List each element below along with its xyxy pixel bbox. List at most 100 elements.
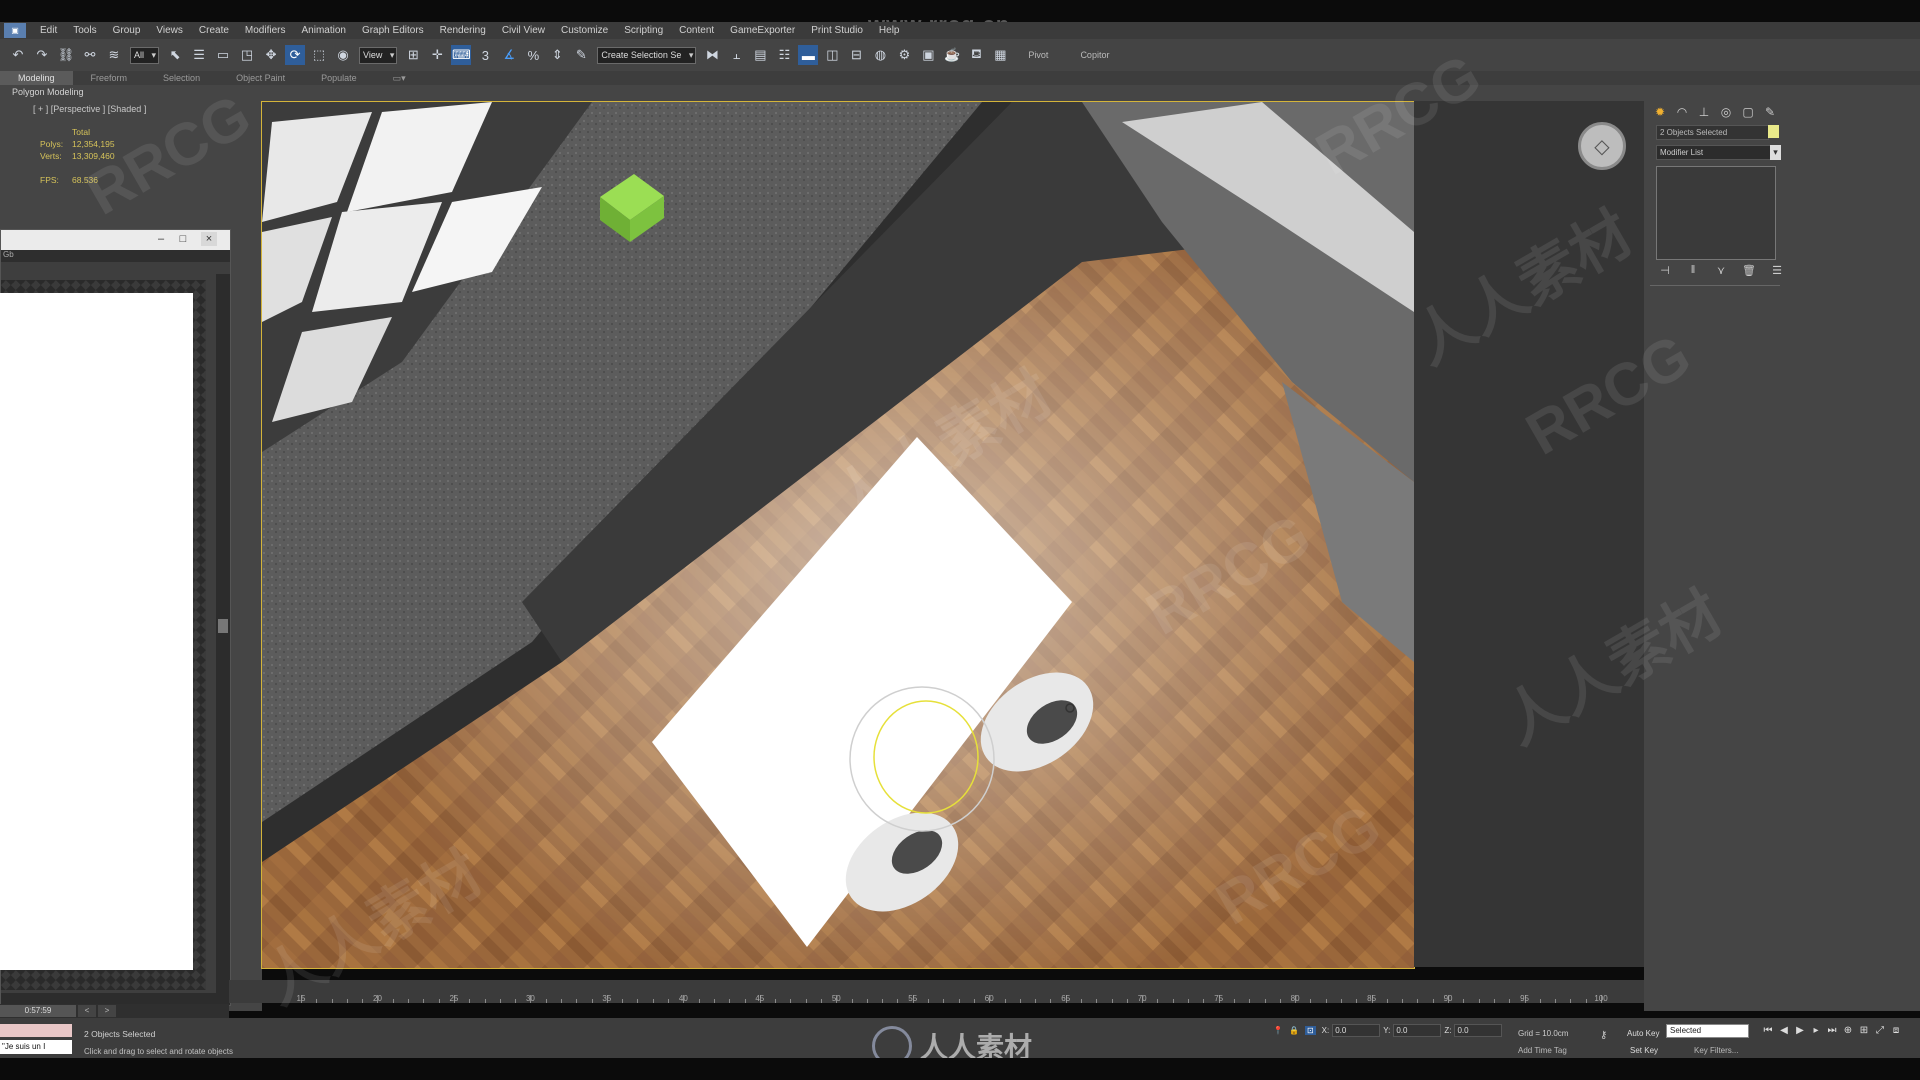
menu-item-scripting[interactable]: Scripting — [616, 25, 671, 36]
select-by-name-icon[interactable]: ☰ — [189, 45, 209, 65]
maxscript-input[interactable]: "Je suis un I — [0, 1040, 72, 1054]
vertical-scrollbar[interactable] — [216, 274, 230, 994]
zoom-icon[interactable]: ⊕ — [1840, 1025, 1856, 1036]
layer-explorer-icon[interactable]: ☷ — [774, 45, 794, 65]
hierarchy-tab-icon[interactable]: ⊥ — [1694, 104, 1714, 120]
object-color-swatch[interactable] — [1768, 125, 1779, 138]
remove-modifier-icon[interactable]: 🗑 — [1740, 264, 1758, 278]
selection-filter-dropdown[interactable]: All — [130, 46, 160, 64]
select-object-icon[interactable]: ⬉ — [165, 45, 185, 65]
rect-selection-icon[interactable]: ▭ — [213, 45, 233, 65]
viewcube-icon[interactable]: ◇ — [1578, 122, 1626, 170]
schematic-view-icon[interactable]: ⊟ — [846, 45, 866, 65]
zoom-all-icon[interactable]: ⊞ — [1856, 1025, 1872, 1036]
polygon-modeling-label[interactable]: Polygon Modeling — [12, 87, 84, 97]
menu-item-rendering[interactable]: Rendering — [432, 25, 494, 36]
bind-spacewarp-icon[interactable]: ≋ — [104, 45, 124, 65]
close-icon[interactable]: × — [201, 232, 217, 246]
curve-editor-icon[interactable]: ◫ — [822, 45, 842, 65]
menu-item-content[interactable]: Content — [671, 25, 722, 36]
link-icon[interactable]: ⛓ — [56, 45, 76, 65]
scale-icon[interactable]: ⬚ — [309, 45, 329, 65]
unlink-icon[interactable]: ⚯ — [80, 45, 100, 65]
modifier-stack[interactable] — [1656, 166, 1776, 260]
move-icon[interactable]: ✥ — [261, 45, 281, 65]
display-tab-icon[interactable]: ▢ — [1738, 104, 1758, 120]
show-end-result-icon[interactable]: ‖ — [1684, 264, 1702, 278]
keyboard-shortcut-toggle-icon[interactable]: ⌨ — [451, 45, 472, 65]
copitor-plugin-button[interactable]: Copitor — [1080, 50, 1109, 60]
pivot-plugin-button[interactable]: Pivot — [1028, 50, 1048, 60]
timeline-track[interactable]: 15 20 25 30 35 40 45 50 55 60 65 70 75 80 85 90 95 100 — [229, 980, 1644, 1003]
modify-tab-icon[interactable]: ◠ — [1672, 104, 1692, 120]
chevron-down-icon[interactable]: ▾ — [1770, 145, 1781, 160]
placement-icon[interactable]: ◉ — [333, 45, 353, 65]
ribbon-tab-populate[interactable]: Populate — [303, 73, 375, 83]
next-key-icon[interactable]: ▸ — [1808, 1025, 1824, 1036]
app-menu-button[interactable]: ▣ — [4, 23, 26, 38]
go-to-start-icon[interactable]: ⏮ — [1760, 1025, 1776, 1036]
edit-named-selection-icon[interactable]: ✎ — [571, 45, 591, 65]
spinner-snap-icon[interactable]: ⇕ — [547, 45, 567, 65]
x-field[interactable]: 0.0 — [1332, 1024, 1381, 1037]
make-unique-icon[interactable]: ⋎ — [1712, 264, 1730, 278]
menu-item-group[interactable]: Group — [105, 25, 149, 36]
menu-item-civil-view[interactable]: Civil View — [494, 25, 553, 36]
render-iterative-icon[interactable]: ⛾ — [966, 45, 986, 65]
menu-item-views[interactable]: Views — [148, 25, 191, 36]
add-time-tag-button[interactable]: Add Time Tag — [1518, 1046, 1567, 1055]
window-titlebar[interactable]: – □ × — [1, 230, 230, 250]
key-icon[interactable]: ⚷ — [1600, 1030, 1607, 1041]
set-key-button[interactable]: Set Key — [1630, 1046, 1658, 1055]
create-tab-icon[interactable]: ✹ — [1650, 104, 1670, 120]
menu-item-customize[interactable]: Customize — [553, 25, 616, 36]
rendered-frame-window-icon[interactable]: ▣ — [918, 45, 938, 65]
key-filters-button[interactable]: Key Filters... — [1694, 1046, 1738, 1055]
pin-icon[interactable]: 📍 — [1273, 1026, 1283, 1035]
z-field[interactable]: 0.0 — [1454, 1024, 1503, 1037]
named-selection-dropdown[interactable]: Create Selection Se — [597, 46, 697, 64]
maximize-icon[interactable]: □ — [175, 232, 191, 246]
motion-tab-icon[interactable]: ◎ — [1716, 104, 1736, 120]
scroll-thumb[interactable] — [218, 619, 228, 633]
maxscript-listener[interactable] — [0, 1024, 72, 1037]
toggle-scene-explorer-icon[interactable]: ▤ — [750, 45, 770, 65]
render-activeshade-icon[interactable]: ▦ — [990, 45, 1010, 65]
prev-frame-icon[interactable]: < — [78, 1005, 96, 1017]
ribbon-tab-modeling[interactable]: Modeling — [0, 71, 73, 85]
redo-icon[interactable]: ↷ — [32, 45, 52, 65]
y-field[interactable]: 0.0 — [1393, 1024, 1442, 1037]
utilities-tab-icon[interactable]: ✎ — [1760, 104, 1780, 120]
absolute-mode-icon[interactable]: ⊡ — [1304, 1026, 1316, 1035]
key-mode-dropdown[interactable]: Selected — [1666, 1024, 1749, 1038]
menu-item-edit[interactable]: Edit — [32, 25, 65, 36]
align-icon[interactable]: ⫠ — [726, 45, 746, 65]
toggle-ribbon-icon[interactable]: ▬ — [798, 45, 819, 65]
perspective-viewport[interactable] — [261, 101, 1415, 969]
snaps-toggle-icon[interactable]: 3 — [475, 45, 495, 65]
minimize-icon[interactable]: – — [153, 232, 169, 246]
percent-snap-icon[interactable]: % — [523, 45, 543, 65]
menu-item-create[interactable]: Create — [191, 25, 237, 36]
material-editor-icon[interactable]: ◍ — [870, 45, 890, 65]
go-to-end-icon[interactable]: ⏭ — [1824, 1025, 1840, 1036]
pin-stack-icon[interactable]: ⊣ — [1656, 264, 1674, 278]
select-manipulate-icon[interactable]: ✛ — [427, 45, 447, 65]
ribbon-tab-selection[interactable]: Selection — [145, 73, 218, 83]
time-slider-value[interactable]: 0:57:59 — [0, 1005, 76, 1017]
viewport-label[interactable]: [ + ] [Perspective ] [Shaded ] — [33, 104, 146, 114]
menu-item-modifiers[interactable]: Modifiers — [237, 25, 294, 36]
menu-item-gameexporter[interactable]: GameExporter — [722, 25, 803, 36]
modifier-list-dropdown[interactable]: Modifier List — [1656, 145, 1773, 160]
pivot-center-icon[interactable]: ⊞ — [403, 45, 423, 65]
window-crossing-icon[interactable]: ◳ — [237, 45, 257, 65]
menu-item-tools[interactable]: Tools — [65, 25, 104, 36]
ribbon-options-icon[interactable]: ▭▾ — [375, 73, 424, 84]
render-production-icon[interactable]: ☕ — [942, 45, 962, 65]
configure-sets-icon[interactable]: ☰ — [1768, 264, 1786, 278]
rotate-icon[interactable]: ⟳ — [285, 45, 306, 65]
lock-icon[interactable]: 🔒 — [1289, 1026, 1299, 1035]
prev-key-icon[interactable]: ◀ — [1776, 1025, 1792, 1036]
ribbon-tab-object-paint[interactable]: Object Paint — [218, 73, 303, 83]
auto-key-button[interactable]: Auto Key — [1627, 1029, 1659, 1038]
